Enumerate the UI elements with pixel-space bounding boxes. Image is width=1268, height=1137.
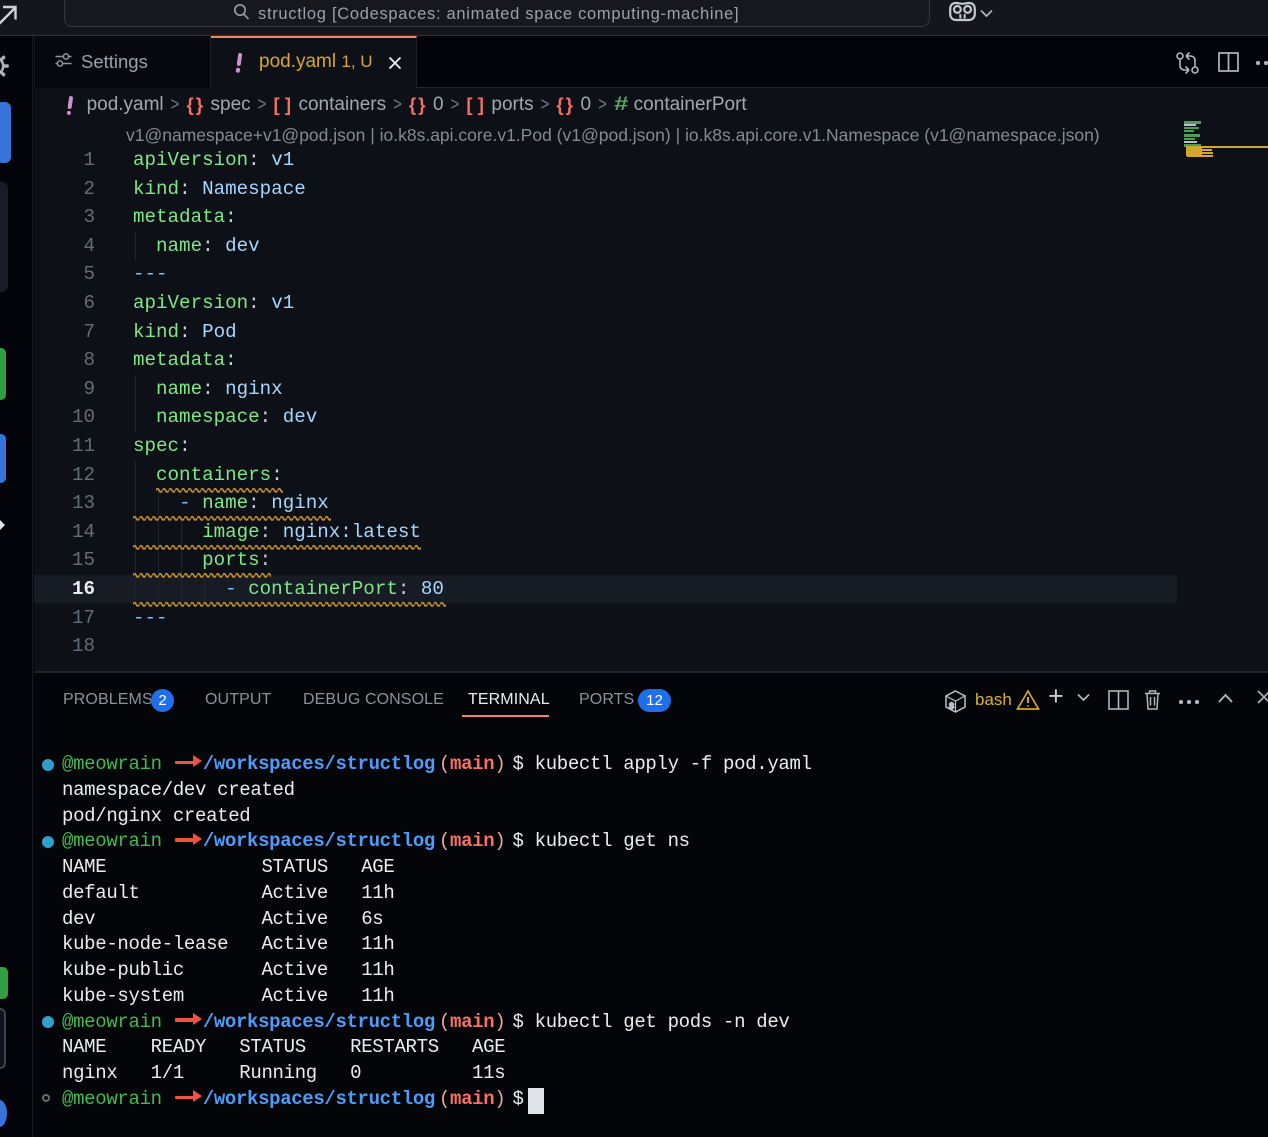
svg-text:$: $ xyxy=(949,702,954,712)
